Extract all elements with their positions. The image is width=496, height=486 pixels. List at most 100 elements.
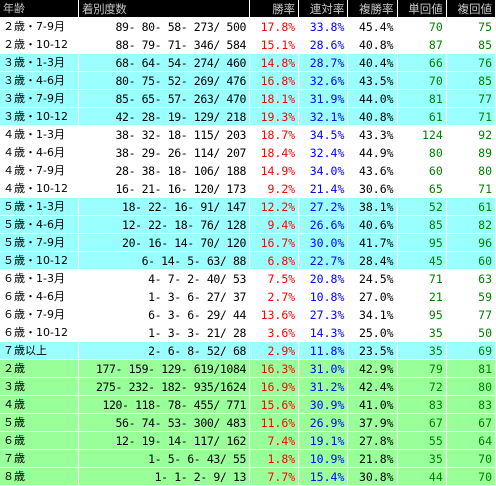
win-return-cell: 35 [397,341,447,360]
win-rate-cell: 15.1% [249,35,300,54]
rentai-rate-cell: 31.0% [298,359,349,378]
row-label: ３歳・7-9月 [0,89,79,108]
row-label: ５歳・10-12 [0,251,79,270]
show-rate-cell: 38.1% [347,197,398,216]
finish-counts-cell: 85- 65- 57- 263/ 470 [78,89,250,108]
row-label: ４歳・4-6月 [0,143,79,162]
table-row: ７歳以上 2- 6- 8- 52/ 68 2.9% 11.8% 23.5% 35 69 [0,341,496,360]
table-row: ３歳・4-6月 80- 75- 52- 269/ 476 16.8% 32.6% 43.… [0,71,496,90]
row-label: ６歳 [0,431,79,450]
win-rate-cell: 2.7% [249,287,300,306]
show-return-cell: 67 [446,413,496,432]
show-return-cell: 85 [446,71,496,90]
show-return-cell: 70 [446,449,496,468]
finish-counts-cell: 38- 29- 26- 114/ 207 [78,143,250,162]
rentai-rate-cell: 27.3% [298,305,349,324]
show-rate-cell: 27.0% [347,287,398,306]
row-label: ３歳 [0,377,79,396]
show-return-cell: 83 [446,395,496,414]
rentai-rate-cell: 15.4% [298,467,349,486]
finish-counts-cell: 6- 3- 6- 29/ 44 [78,305,250,324]
finish-counts-cell: 20- 16- 14- 70/ 120 [78,233,250,252]
rentai-rate-cell: 20.8% [298,269,349,288]
rentai-rate-cell: 30.9% [298,395,349,414]
table-row: ５歳・1-3月 18- 22- 16- 91/ 147 12.2% 27.2% 38.1… [0,197,496,216]
win-rate-cell: 9.2% [249,179,300,198]
win-return-cell: 85 [397,215,447,234]
header-show-rate: 複勝率 [347,0,398,18]
rentai-rate-cell: 33.8% [298,17,349,36]
table-row: ２歳・7-9月 89- 80- 58- 273/ 500 17.8% 33.8% 45.… [0,17,496,36]
table-row: ３歳 275- 232- 182- 935/1624 16.9% 31.2% 42.4%… [0,377,496,396]
row-label: ２歳 [0,359,79,378]
show-rate-cell: 37.9% [347,413,398,432]
win-rate-cell: 19.3% [249,107,300,126]
row-label: ２歳・10-12 [0,35,79,54]
win-rate-cell: 18.7% [249,125,300,144]
row-label: ７歳 [0,449,79,468]
show-return-cell: 96 [446,233,496,252]
header-rentai-rate: 連対率 [298,0,349,18]
header-win-rate: 勝率 [249,0,300,18]
win-rate-cell: 17.8% [249,17,300,36]
rentai-rate-cell: 10.8% [298,287,349,306]
show-return-cell: 82 [446,215,496,234]
show-return-cell: 80 [446,161,496,180]
show-rate-cell: 42.4% [347,377,398,396]
rentai-rate-cell: 27.2% [298,197,349,216]
table-row: ３歳・1-3月 68- 64- 54- 274/ 460 14.8% 28.7% 40.… [0,53,496,72]
row-label: ３歳・4-6月 [0,71,79,90]
finish-counts-cell: 56- 74- 53- 300/ 483 [78,413,250,432]
row-label: ６歳・10-12 [0,323,79,342]
rentai-rate-cell: 31.2% [298,377,349,396]
win-return-cell: 71 [397,269,447,288]
win-return-cell: 70 [397,71,447,90]
finish-counts-cell: 120- 118- 78- 455/ 771 [78,395,250,414]
show-rate-cell: 43.6% [347,161,398,180]
show-rate-cell: 30.8% [347,467,398,486]
win-return-cell: 83 [397,395,447,414]
show-rate-cell: 44.9% [347,143,398,162]
table-row: ６歳・10-12 1- 3- 3- 21/ 28 3.6% 14.3% 25.0% 35 5… [0,323,496,342]
show-return-cell: 70 [446,467,496,486]
finish-counts-cell: 16- 21- 16- 120/ 173 [78,179,250,198]
row-label: ７歳以上 [0,341,79,360]
win-return-cell: 87 [397,35,447,54]
finish-counts-cell: 68- 64- 54- 274/ 460 [78,53,250,72]
row-label: ２歳・7-9月 [0,17,79,36]
win-rate-cell: 16.9% [249,377,300,396]
win-rate-cell: 16.8% [249,71,300,90]
row-label: ４歳 [0,395,79,414]
table-row: ６歳・4-6月 1- 3- 6- 27/ 37 2.7% 10.8% 27.0% 21 59 [0,287,496,306]
win-return-cell: 44 [397,467,447,486]
rentai-rate-cell: 32.4% [298,143,349,162]
show-rate-cell: 44.0% [347,89,398,108]
show-rate-cell: 28.4% [347,251,398,270]
show-return-cell: 60 [446,251,496,270]
win-rate-cell: 2.9% [249,341,300,360]
finish-counts-cell: 2- 6- 8- 52/ 68 [78,341,250,360]
row-label: ８歳 [0,467,79,486]
row-label: ４歳・7-9月 [0,161,79,180]
show-return-cell: 59 [446,287,496,306]
win-return-cell: 72 [397,377,447,396]
finish-counts-cell: 88- 79- 71- 346/ 584 [78,35,250,54]
finish-counts-cell: 1- 5- 6- 43/ 55 [78,449,250,468]
show-return-cell: 89 [446,143,496,162]
win-return-cell: 80 [397,143,447,162]
win-rate-cell: 16.3% [249,359,300,378]
rentai-rate-cell: 28.6% [298,35,349,54]
win-rate-cell: 14.8% [249,53,300,72]
rentai-rate-cell: 11.8% [298,341,349,360]
table-row: ４歳・7-9月 28- 38- 18- 106/ 188 14.9% 34.0% 43.… [0,161,496,180]
table-row: ３歳・10-12 42- 28- 19- 129/ 218 19.3% 32.1% 40… [0,107,496,126]
finish-counts-cell: 18- 22- 16- 91/ 147 [78,197,250,216]
rentai-rate-cell: 34.5% [298,125,349,144]
win-rate-cell: 16.7% [249,233,300,252]
show-rate-cell: 21.8% [347,449,398,468]
win-rate-cell: 12.2% [249,197,300,216]
rentai-rate-cell: 10.9% [298,449,349,468]
row-label: ４歳・10-12 [0,179,79,198]
rentai-rate-cell: 32.6% [298,71,349,90]
show-rate-cell: 41.0% [347,395,398,414]
